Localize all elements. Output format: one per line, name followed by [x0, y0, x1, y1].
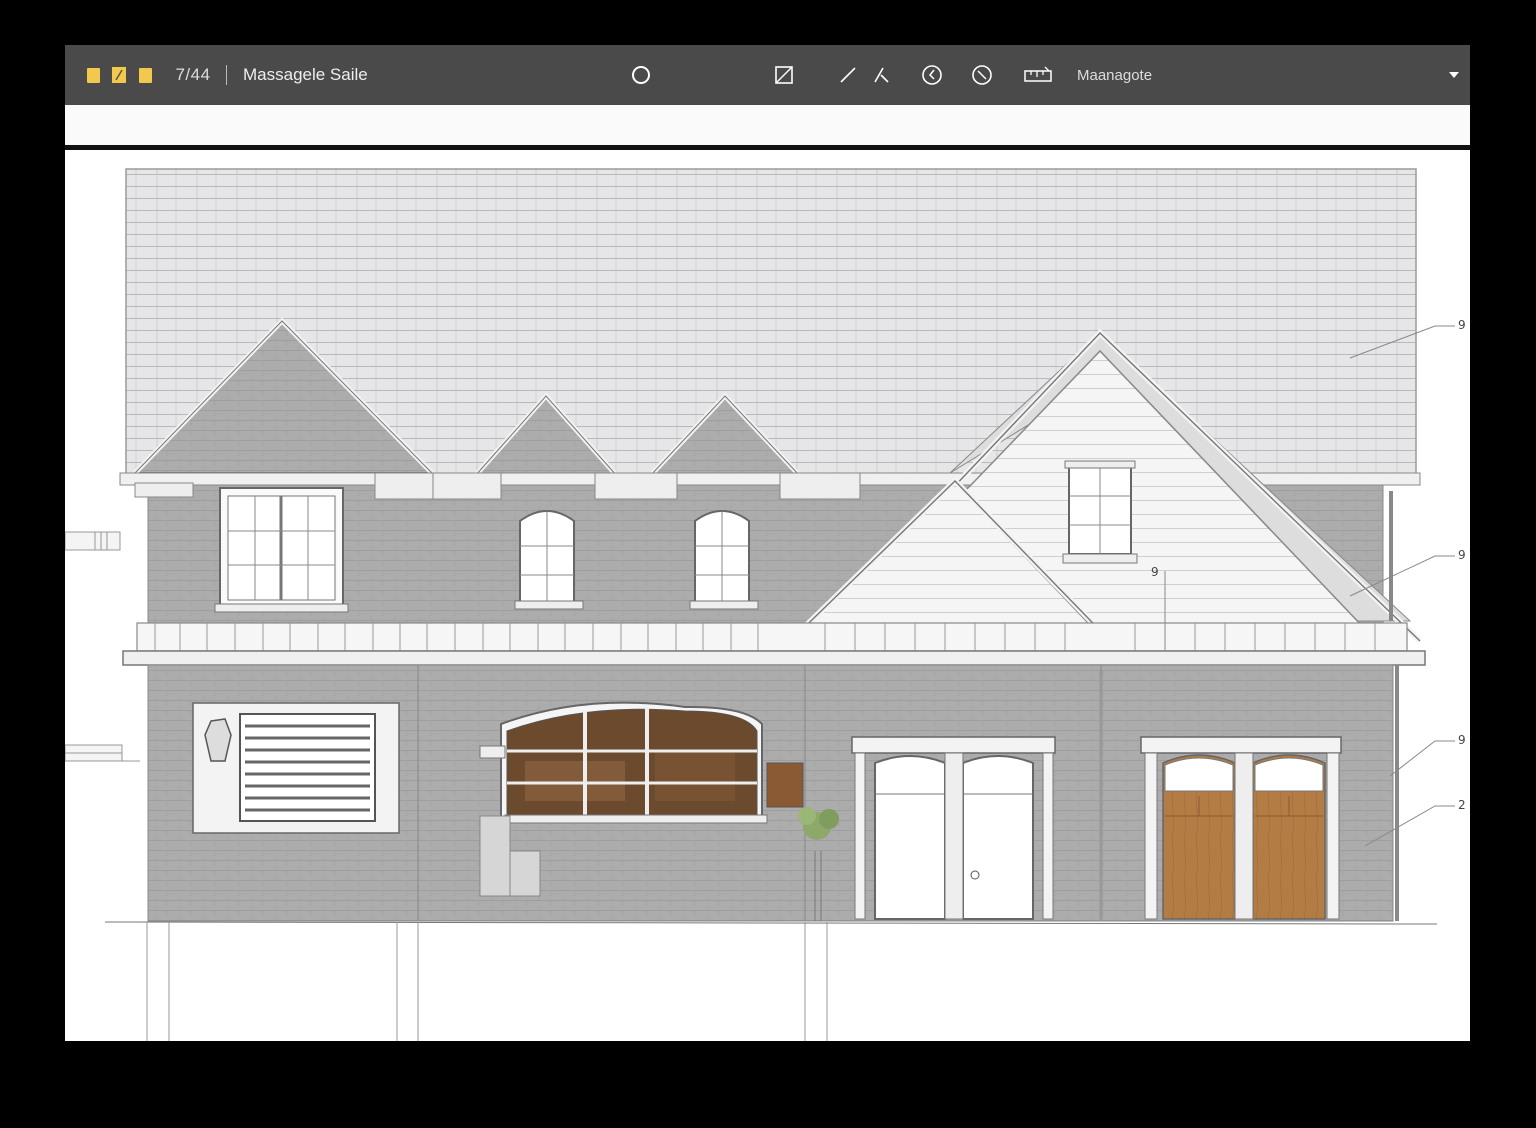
- tool-label[interactable]: Maanagote: [1077, 45, 1187, 105]
- tool-label-text: Maanagote: [1077, 66, 1153, 84]
- double-door-wood: [1140, 736, 1342, 920]
- drawing-canvas[interactable]: 9 9 9 2 9: [65, 151, 1470, 1041]
- document-title: Massagele Saile: [243, 45, 403, 105]
- gable-window: [1062, 460, 1138, 564]
- line-tool-icon[interactable]: [837, 45, 859, 105]
- callout-2: 9: [1458, 548, 1466, 562]
- rectangle-tool-icon[interactable]: [771, 45, 797, 105]
- note-copy-icon[interactable]: [137, 45, 153, 105]
- clock-icon[interactable]: [969, 45, 995, 105]
- document-title-text: Massagele Saile: [243, 65, 368, 84]
- section-markers: [65, 531, 140, 762]
- upper-window-1: [214, 487, 349, 613]
- chevron-down-icon[interactable]: [1445, 45, 1463, 105]
- shutter-window: [192, 702, 400, 834]
- house-elevation-drawing: [65, 168, 1455, 1041]
- angle-tool-icon[interactable]: [871, 45, 893, 105]
- double-door-white: [851, 736, 1056, 920]
- page-counter-text: 7/44: [175, 65, 211, 84]
- callout-4: 2: [1458, 798, 1466, 812]
- floor-cornice: [122, 650, 1426, 666]
- note-edit-icon[interactable]: [111, 45, 127, 105]
- callout-5: 9: [1151, 565, 1159, 579]
- wall-lantern: [204, 718, 232, 762]
- secondary-toolbar: [65, 105, 1470, 150]
- circle-tool-icon[interactable]: [627, 45, 655, 105]
- page-counter: 7/44: [169, 45, 217, 105]
- upper-window-2: [514, 510, 584, 610]
- upper-window-3: [689, 510, 759, 610]
- callout-1: 9: [1458, 318, 1466, 332]
- note-yellow-icon[interactable]: [85, 45, 101, 105]
- toolbar: 7/44 Massagele Saile Maanagote: [65, 45, 1470, 105]
- callout-3: 9: [1458, 733, 1466, 747]
- toolbar-separator: [225, 45, 227, 105]
- app-window: 7/44 Massagele Saile Maanagote 9 9 9 2 9: [65, 45, 1470, 1041]
- measure-tool-icon[interactable]: [1023, 45, 1053, 105]
- history-icon[interactable]: [919, 45, 945, 105]
